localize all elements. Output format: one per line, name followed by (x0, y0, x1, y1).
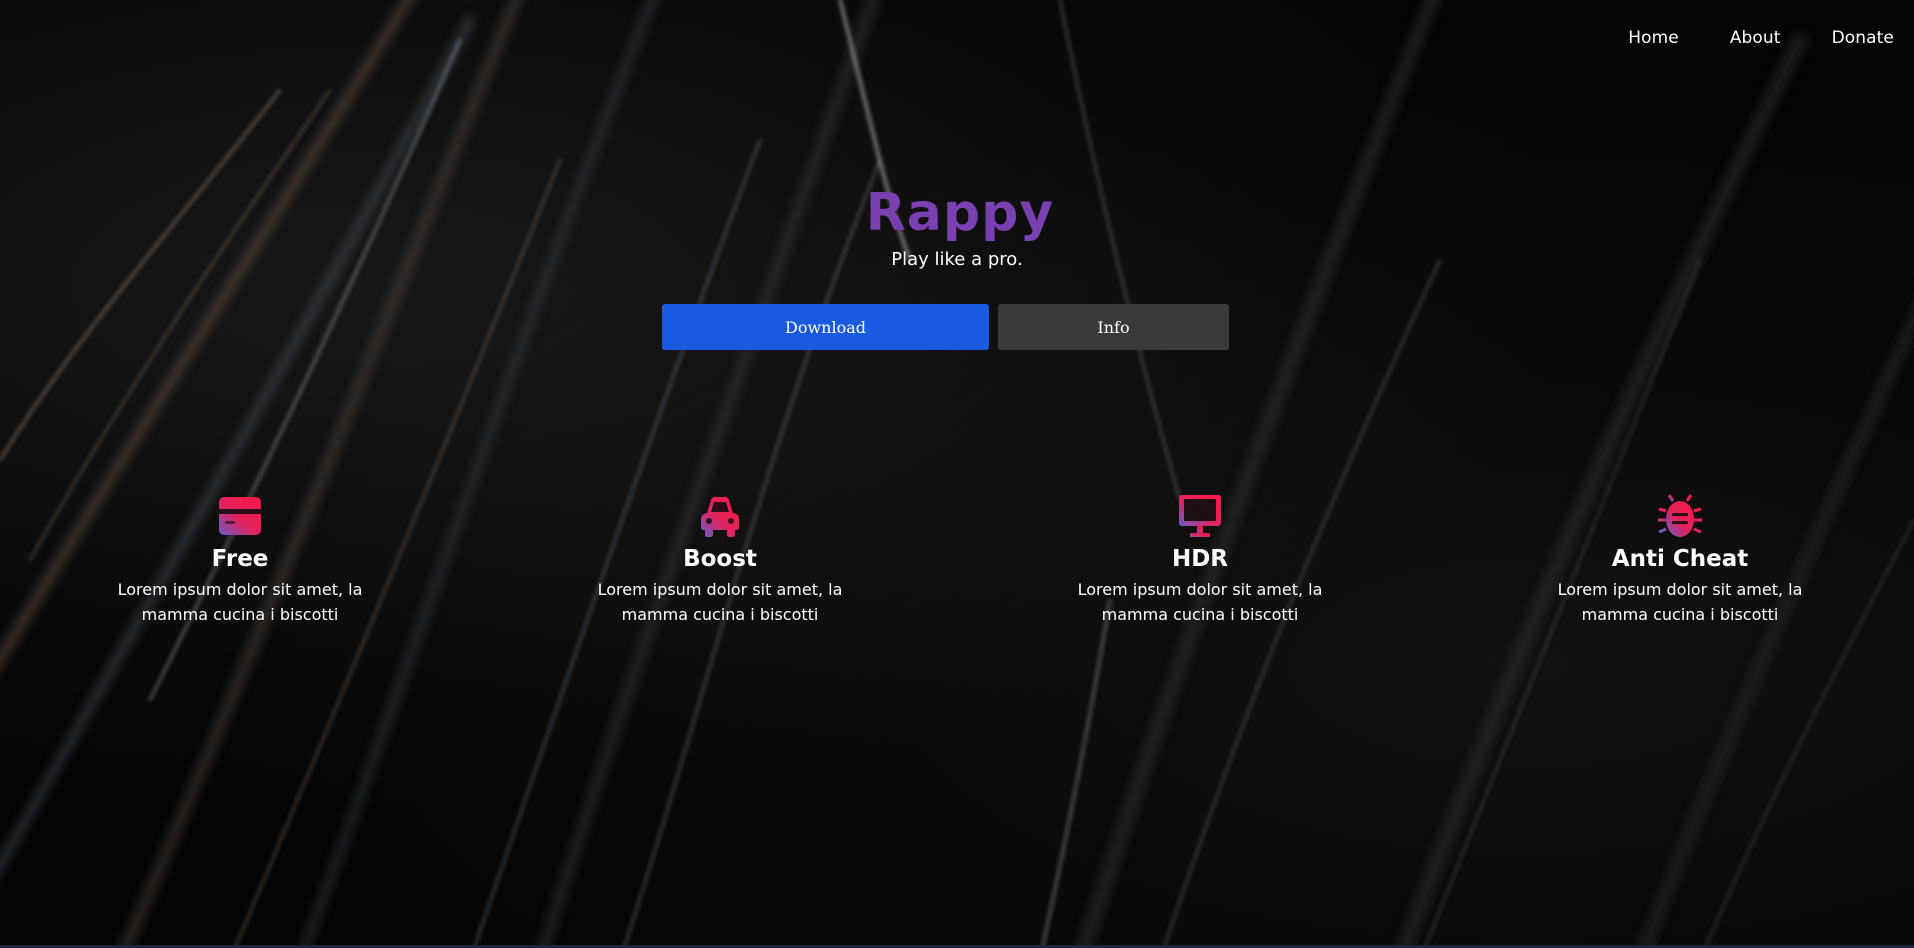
feature-description: Lorem ipsum dolor sit amet, la mamma cuc… (597, 580, 843, 624)
nav-about-link[interactable]: About (1730, 26, 1781, 50)
hero-section: Rappy Play like a pro. (0, 178, 1914, 274)
hero-tagline: Play like a pro. (891, 249, 1023, 270)
top-nav: Home About Donate (1577, 26, 1894, 50)
nav-home-link[interactable]: Home (1628, 26, 1679, 50)
page: Home About Donate Rappy Play like a pro.… (0, 0, 1914, 948)
feature-title: HDR (1171, 546, 1229, 572)
feature-title: Free (211, 546, 269, 572)
features-row: Free Lorem ipsum dolor sit amet, la mamm… (0, 493, 1914, 633)
info-button[interactable]: Info (998, 304, 1229, 350)
hero-buttons: Download Info (662, 304, 1229, 350)
feature-card-boost: Boost Lorem ipsum dolor sit amet, la mam… (570, 493, 870, 627)
monitor-icon (1179, 495, 1221, 537)
bug-icon (1658, 494, 1702, 537)
feature-description: Lorem ipsum dolor sit amet, la mamma cuc… (117, 580, 363, 624)
credit-card-icon (219, 497, 261, 535)
nav-donate-link[interactable]: Donate (1832, 26, 1894, 50)
download-button[interactable]: Download (662, 304, 989, 350)
feature-card-hdr: HDR Lorem ipsum dolor sit amet, la mamma… (1050, 493, 1350, 627)
feature-card-free: Free Lorem ipsum dolor sit amet, la mamm… (90, 493, 390, 627)
feature-card-anti-cheat: Anti Cheat Lorem ipsum dolor sit amet, l… (1530, 493, 1830, 627)
feature-title: Boost (683, 546, 757, 572)
background-streaks (0, 0, 1914, 948)
feature-description: Lorem ipsum dolor sit amet, la mamma cuc… (1077, 580, 1323, 624)
feature-title: Anti Cheat (1611, 546, 1749, 572)
feature-description: Lorem ipsum dolor sit amet, la mamma cuc… (1557, 580, 1803, 624)
brand-title: Rappy (865, 183, 1055, 243)
car-icon (701, 497, 739, 537)
